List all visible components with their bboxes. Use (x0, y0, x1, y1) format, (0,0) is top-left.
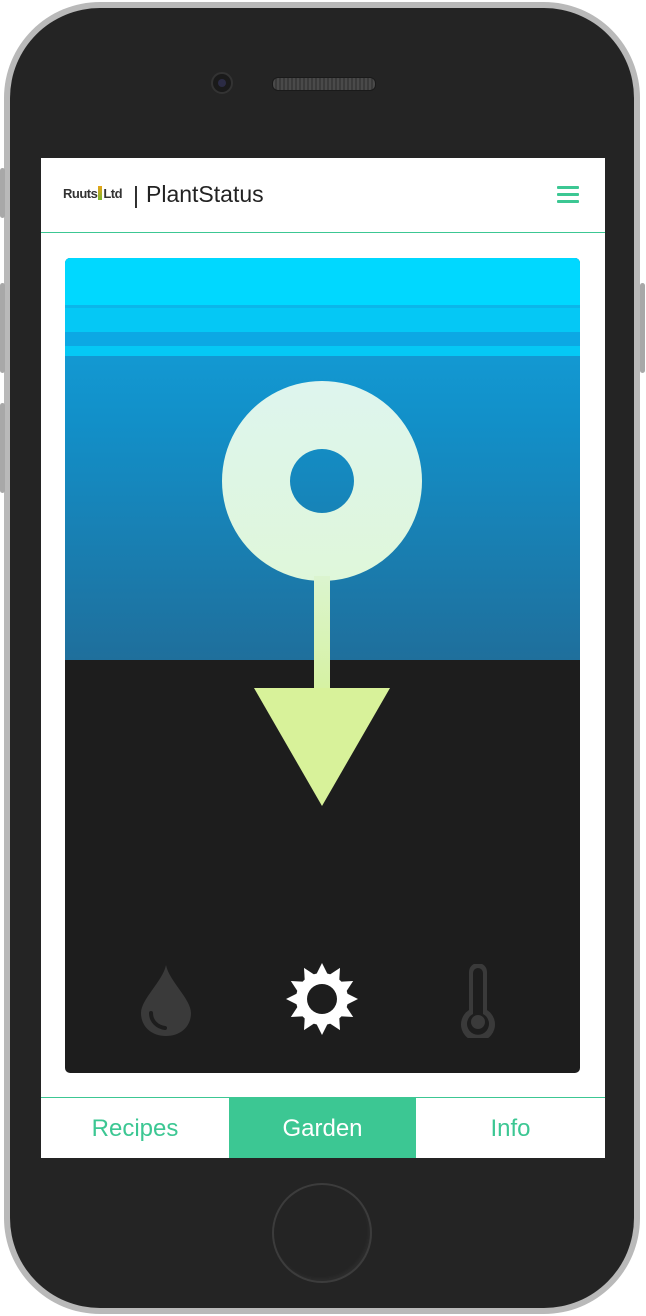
mute-switch (0, 168, 5, 218)
water-drop-icon[interactable] (139, 963, 193, 1037)
logo-text-right: Ltd (103, 186, 123, 201)
tab-recipes[interactable]: Recipes (41, 1098, 229, 1158)
logo-text-left: Ruuts (63, 186, 98, 201)
earpiece-speaker (272, 77, 376, 91)
front-camera (211, 72, 233, 94)
brand-logo[interactable]: Ruuts Ltd (63, 186, 123, 201)
plant-status-card (65, 258, 580, 1073)
thermometer-icon[interactable] (457, 964, 499, 1038)
bottom-tab-bar: Recipes Garden Info (41, 1097, 605, 1158)
sun-icon[interactable] (286, 962, 358, 1036)
volume-up-button (0, 283, 5, 373)
app-header: Ruuts Ltd | PlantStatus (41, 158, 605, 233)
power-button (640, 283, 645, 373)
sun-arrow-down-symbol (222, 381, 423, 806)
app-title: PlantStatus (146, 181, 264, 207)
home-button[interactable] (272, 1183, 372, 1283)
hamburger-icon[interactable] (557, 184, 579, 206)
tab-garden[interactable]: Garden (229, 1098, 416, 1158)
header-divider: | (133, 182, 139, 208)
tab-info[interactable]: Info (416, 1098, 605, 1158)
app-screen: Ruuts Ltd | PlantStatus Recipes Garden I… (41, 158, 605, 1158)
logo-leaf-icon (98, 186, 103, 200)
volume-down-button (0, 403, 5, 493)
